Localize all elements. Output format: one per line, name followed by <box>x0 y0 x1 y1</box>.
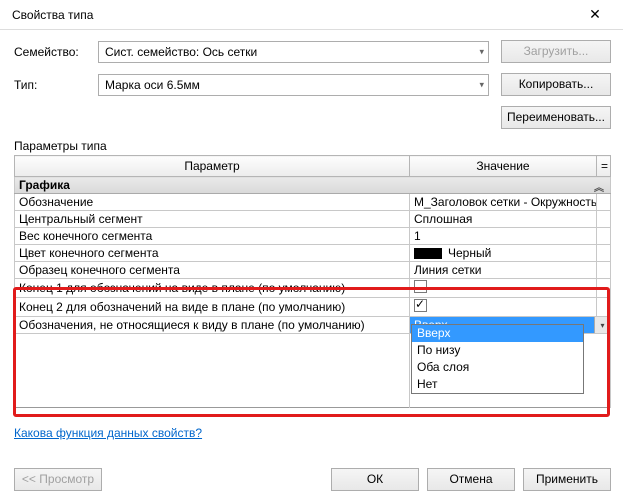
copy-button[interactable]: Копировать... <box>501 73 611 96</box>
type-label: Тип: <box>14 78 98 92</box>
cancel-button[interactable]: Отмена <box>427 468 515 491</box>
designation-dropdown[interactable]: Вверх По низу Оба слоя Нет <box>411 324 584 394</box>
table-row: Образец конечного сегментаЛиния сетки <box>15 262 611 279</box>
family-value: Сист. семейство: Ось сетки <box>105 45 257 59</box>
rename-button[interactable]: Переименовать... <box>501 106 611 129</box>
table-row: Конец 1 для обозначений на виде в плане … <box>15 279 611 298</box>
table-row: Конец 2 для обозначений на виде в плане … <box>15 298 611 317</box>
table-row: Цвет конечного сегментаЧерный <box>15 245 611 262</box>
chevron-down-icon: ▾ <box>479 79 484 90</box>
help-link[interactable]: Какова функция данных свойств? <box>14 426 202 440</box>
table-row: Вес конечного сегмента1 <box>15 228 611 245</box>
col-parameter[interactable]: Параметр <box>15 156 410 177</box>
preview-button: << Просмотр <box>14 468 102 491</box>
dropdown-option[interactable]: Вверх <box>412 325 583 342</box>
type-combo[interactable]: Марка оси 6.5мм ▾ <box>98 74 489 96</box>
type-value: Марка оси 6.5мм <box>105 78 200 92</box>
group-graphics[interactable]: Графика ︽ <box>15 177 611 194</box>
dropdown-option[interactable]: По низу <box>412 342 583 359</box>
load-button: Загрузить... <box>501 40 611 63</box>
close-icon[interactable]: ✕ <box>575 1 615 29</box>
col-equals[interactable]: = <box>597 156 611 177</box>
col-value[interactable]: Значение <box>410 156 597 177</box>
dropdown-option[interactable]: Нет <box>412 376 583 393</box>
checkbox[interactable] <box>414 299 427 312</box>
family-label: Семейство: <box>14 45 98 59</box>
table-row: ОбозначениеM_Заголовок сетки - Окружност… <box>15 194 611 211</box>
params-section-label: Параметры типа <box>14 139 611 153</box>
ok-button[interactable]: ОК <box>331 468 419 491</box>
dropdown-option[interactable]: Оба слоя <box>412 359 583 376</box>
chevron-up-icon: ︽ <box>594 179 604 194</box>
chevron-down-icon: ▾ <box>479 46 484 57</box>
color-swatch <box>414 248 442 259</box>
chevron-down-icon[interactable]: ▾ <box>594 317 610 333</box>
apply-button[interactable]: Применить <box>523 468 611 491</box>
family-combo[interactable]: Сист. семейство: Ось сетки ▾ <box>98 41 489 63</box>
checkbox[interactable] <box>414 280 427 293</box>
table-row: Центральный сегментСплошная <box>15 211 611 228</box>
window-title: Свойства типа <box>12 8 575 22</box>
